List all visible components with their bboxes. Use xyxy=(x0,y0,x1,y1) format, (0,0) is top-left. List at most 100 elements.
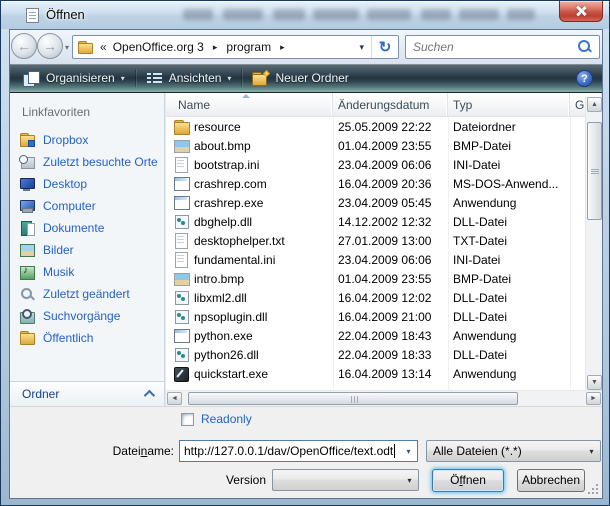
search-box xyxy=(405,35,600,59)
breadcrumb-item-1[interactable]: OpenOffice.org 3 xyxy=(111,40,206,54)
computer-icon xyxy=(19,199,35,213)
close-button[interactable] xyxy=(559,1,603,22)
sidebar-item-desktop[interactable]: Desktop xyxy=(10,173,164,195)
app-icon xyxy=(173,176,189,191)
back-button[interactable] xyxy=(11,33,37,59)
breadcrumb-overflow-chevron[interactable]: « xyxy=(100,40,107,54)
background-window-ghost xyxy=(459,9,499,20)
file-name-cell: bootstrap.ini xyxy=(166,155,333,174)
chevron-up-icon xyxy=(144,390,155,401)
file-row[interactable]: python26.dll22.04.2009 18:33DLL-Datei xyxy=(166,345,585,364)
folders-expander[interactable]: Ordner xyxy=(10,381,164,406)
file-row[interactable]: intro.bmp01.04.2009 23:55BMP-Datei xyxy=(166,269,585,288)
refresh-icon[interactable] xyxy=(372,38,398,56)
title-bar[interactable]: Öffnen xyxy=(1,1,609,29)
column-header-nderungsdatum[interactable]: Änderungsdatum xyxy=(333,93,448,116)
sidebar-item-music[interactable]: Musik xyxy=(10,261,164,283)
file-name-cell: desktophelper.txt xyxy=(166,231,333,250)
sidebar-item-public[interactable]: Öffentlich xyxy=(10,327,164,349)
open-button[interactable]: Öffnen xyxy=(432,469,504,492)
sidebar-item-recently-changed[interactable]: Zuletzt geändert xyxy=(10,283,164,305)
breadcrumb-arrow-icon[interactable] xyxy=(206,42,225,53)
sidebar-item-label: Öffentlich xyxy=(43,331,93,345)
file-size xyxy=(570,269,585,288)
filename-dropdown-icon[interactable] xyxy=(400,447,417,456)
sidebar-item-dropbox[interactable]: Dropbox xyxy=(10,129,164,151)
file-type: Anwendung xyxy=(448,326,570,345)
forward-button[interactable] xyxy=(37,33,63,59)
browse-area: Linkfavoriten DropboxZuletzt besuchte Or… xyxy=(10,93,602,406)
music-icon xyxy=(19,265,35,279)
horizontal-scroll-thumb[interactable] xyxy=(188,392,518,405)
sidebar-item-documents[interactable]: Dokumente xyxy=(10,217,164,239)
readonly-checkbox[interactable] xyxy=(181,413,194,426)
file-row[interactable]: resource25.05.2009 22:22Dateiordner xyxy=(166,117,585,136)
sidebar-item-computer[interactable]: Computer xyxy=(10,195,164,217)
cancel-button[interactable]: Abbrechen xyxy=(517,469,585,492)
dll-icon xyxy=(173,347,189,362)
breadcrumb-item-2[interactable]: program xyxy=(224,40,273,54)
search-input[interactable] xyxy=(406,40,577,54)
scroll-down-icon[interactable]: ▼ xyxy=(587,375,602,390)
file-row[interactable]: npsoplugin.dll16.04.2009 21:00DLL-Datei xyxy=(166,307,585,326)
vertical-scrollbar[interactable]: ▲ ▼ xyxy=(585,97,602,390)
chevron-down-icon xyxy=(121,74,125,83)
sidebar-item-label: Desktop xyxy=(43,177,87,191)
file-date: 22.04.2009 18:43 xyxy=(333,326,448,345)
search-icon[interactable] xyxy=(577,39,593,55)
vertical-scroll-thumb[interactable] xyxy=(587,122,602,220)
background-window-ghost xyxy=(183,9,213,20)
folder-icon xyxy=(173,119,189,134)
file-row[interactable]: crashrep.exe23.04.2009 05:45Anwendung xyxy=(166,193,585,212)
breadcrumb-arrow-icon[interactable] xyxy=(273,42,292,53)
organize-button[interactable]: Organisieren xyxy=(16,66,132,90)
toolbar: Organisieren Ansichten Neuer Ordner ? xyxy=(10,64,602,93)
background-window-ghost xyxy=(507,9,535,20)
filename-label: Dateiname: xyxy=(10,444,174,458)
address-bar[interactable]: « OpenOffice.org 3 program xyxy=(72,35,399,59)
filetype-value: Alle Dateien (*.*) xyxy=(433,444,522,458)
file-row[interactable]: bootstrap.ini23.04.2009 06:06INI-Datei xyxy=(166,155,585,174)
sidebar-item-recent-places[interactable]: Zuletzt besuchte Orte xyxy=(10,151,164,173)
file-row[interactable]: fundamental.ini23.04.2009 06:06INI-Datei xyxy=(166,250,585,269)
history-dropdown-icon[interactable] xyxy=(65,43,69,52)
sidebar-item-label: Suchvorgänge xyxy=(43,309,120,323)
resize-grip[interactable] xyxy=(588,484,598,494)
current-folder-icon xyxy=(78,41,93,54)
file-date: 16.04.2009 13:14 xyxy=(333,364,448,383)
column-header-typ[interactable]: Typ xyxy=(448,93,570,116)
scroll-left-icon[interactable]: ◄ xyxy=(167,392,182,405)
text-icon xyxy=(173,157,189,172)
file-row[interactable]: quickstart.exe16.04.2009 13:14Anwendung xyxy=(166,364,585,383)
filename-label-post: ame: xyxy=(147,444,174,458)
address-dropdown-icon[interactable] xyxy=(352,42,371,53)
horizontal-scrollbar[interactable]: ◄ ► xyxy=(166,390,602,406)
filetype-select[interactable]: Alle Dateien (*.*) xyxy=(426,440,601,462)
file-name: dbghelp.dll xyxy=(194,215,252,229)
file-type: MS-DOS-Anwend... xyxy=(448,174,570,193)
file-name-cell: crashrep.com xyxy=(166,174,333,193)
new-folder-button[interactable]: Neuer Ordner xyxy=(245,66,355,90)
sidebar: Linkfavoriten DropboxZuletzt besuchte Or… xyxy=(10,93,165,406)
help-button[interactable]: ? xyxy=(576,70,593,87)
views-button[interactable]: Ansichten xyxy=(139,66,239,90)
file-row[interactable]: crashrep.com16.04.2009 20:36MS-DOS-Anwen… xyxy=(166,174,585,193)
sidebar-item-pictures[interactable]: Bilder xyxy=(10,239,164,261)
file-row[interactable]: dbghelp.dll14.12.2002 12:32DLL-Datei xyxy=(166,212,585,231)
scroll-right-icon[interactable]: ► xyxy=(586,392,601,405)
sidebar-item-searches[interactable]: Suchvorgänge xyxy=(10,305,164,327)
column-header-name[interactable]: Name xyxy=(166,93,333,116)
filename-input[interactable]: http://127.0.0.1/dav/OpenOffice/text.odt xyxy=(179,440,418,462)
file-row[interactable]: libxml2.dll16.04.2009 12:02DLL-Datei xyxy=(166,288,585,307)
file-size xyxy=(570,307,585,326)
file-name-cell: dbghelp.dll xyxy=(166,212,333,231)
version-select[interactable] xyxy=(272,469,419,491)
scroll-up-icon[interactable]: ▲ xyxy=(587,97,602,112)
file-name: crashrep.exe xyxy=(194,196,263,210)
file-name-cell: intro.bmp xyxy=(166,269,333,288)
file-name-cell: quickstart.exe xyxy=(166,364,333,383)
file-row[interactable]: desktophelper.txt27.01.2009 13:00TXT-Dat… xyxy=(166,231,585,250)
file-row[interactable]: python.exe22.04.2009 18:43Anwendung xyxy=(166,326,585,345)
file-name-cell: about.bmp xyxy=(166,136,333,155)
file-row[interactable]: about.bmp01.04.2009 23:55BMP-Datei xyxy=(166,136,585,155)
